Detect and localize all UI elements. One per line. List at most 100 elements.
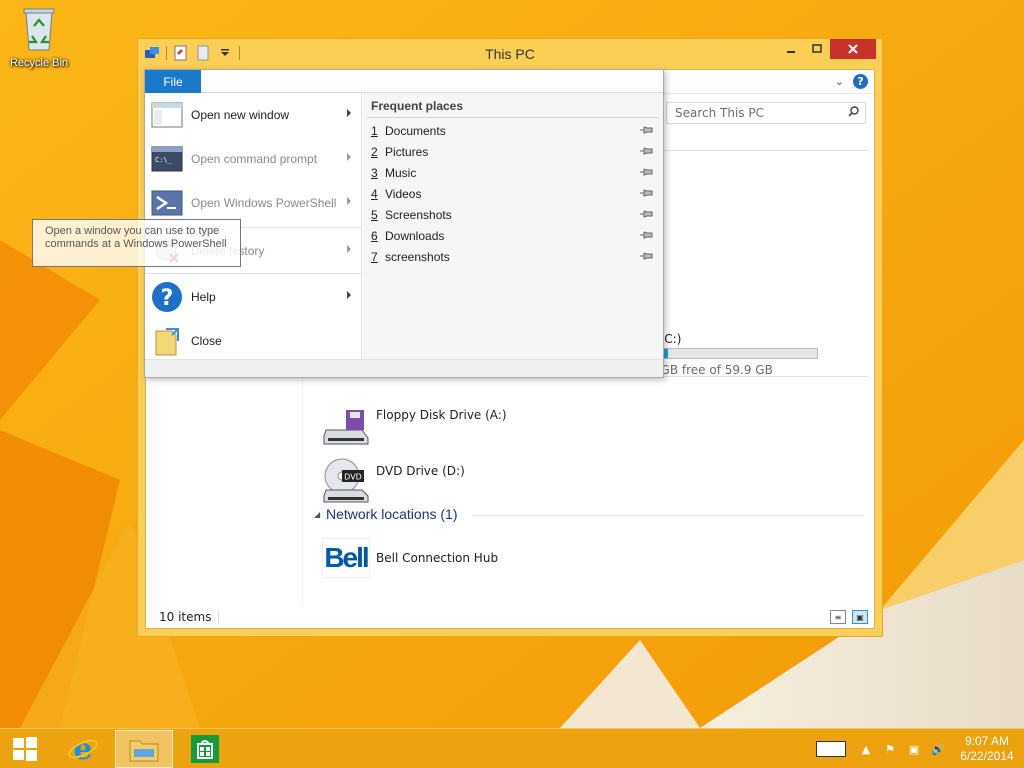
frequent-places-divider [367, 117, 659, 118]
menu-item-label: Open command prompt [191, 152, 318, 166]
bell-logo-icon: Bell [322, 538, 370, 578]
volume-icon[interactable]: 🔊 [930, 741, 946, 757]
desktop-icon-recycle-bin[interactable]: Recycle Bin [6, 6, 72, 69]
drive-item-dvd[interactable]: DVD DVD Drive (D:) [322, 456, 465, 504]
action-center-flag-icon[interactable]: ⚑ [882, 741, 898, 757]
menu-separator [145, 273, 361, 274]
drive-item-floppy[interactable]: Floppy Disk Drive (A:) [322, 400, 507, 448]
close-button[interactable] [830, 39, 876, 59]
notification-area: ▲ ⚑ ▣ 🔊 9:07 AM 6/22/2014 [816, 729, 1024, 768]
submenu-arrow-icon [347, 109, 351, 117]
pin-icon[interactable] [639, 187, 655, 199]
frequent-place-item[interactable]: 5 Screenshots [371, 205, 657, 225]
frequent-place-item[interactable]: 4 Videos [371, 184, 657, 204]
pin-icon[interactable] [639, 145, 655, 157]
item-count: 10 items [159, 610, 212, 624]
touch-keyboard-icon[interactable] [816, 741, 846, 757]
frequent-place-label: Music [385, 166, 417, 180]
frequent-place-label: Videos [385, 187, 422, 201]
menu-item-help[interactable]: ? Help [145, 275, 361, 319]
floppy-drive-icon [323, 410, 369, 445]
group-divider [472, 515, 864, 516]
recycle-bin-label: Recycle Bin [9, 57, 69, 69]
file-explorer-icon [129, 740, 159, 762]
maximize-icon [812, 44, 822, 53]
drive-name: Floppy Disk Drive (A:) [376, 408, 507, 422]
frequent-place-number: 2 [371, 145, 378, 159]
network-locations-group-header[interactable]: ◢ Network locations (1) [314, 506, 864, 526]
start-button[interactable] [0, 730, 50, 768]
details-view-icon[interactable]: ≡ [830, 610, 846, 624]
network-icon[interactable]: ▣ [906, 741, 922, 757]
powershell-tooltip: Open a window you can use to type comman… [32, 219, 241, 267]
frequent-place-number: 5 [371, 208, 378, 222]
drive-name: DVD Drive (D:) [376, 464, 465, 478]
menu-item-open-new-window[interactable]: Open new window [145, 93, 361, 137]
svg-text:e: e [73, 733, 92, 765]
frequent-place-number: 6 [371, 229, 378, 243]
frequent-place-label: screenshots [385, 250, 450, 264]
search-input[interactable]: Search This PC [666, 102, 866, 124]
view-switcher: ≡ ▣ [830, 610, 868, 624]
menu-item-label: Close [191, 334, 222, 348]
title-bar[interactable]: This PC [138, 39, 882, 69]
submenu-arrow-icon [347, 153, 351, 161]
clock-time: 9:07 AM [964, 734, 1010, 748]
internet-explorer-icon: e [68, 733, 98, 765]
svg-text:C:\_: C:\_ [155, 156, 173, 164]
network-item-name: Bell Connection Hub [376, 551, 499, 565]
store-icon [191, 735, 219, 763]
frequent-place-item[interactable]: 6 Downloads [371, 226, 657, 246]
menu-item-label: Open new window [191, 108, 290, 122]
submenu-arrow-icon [347, 245, 351, 253]
pin-icon[interactable] [639, 250, 655, 262]
search-placeholder: Search This PC [675, 106, 764, 120]
menu-item-open-command-prompt[interactable]: C:\_ Open command prompt [145, 137, 361, 181]
pin-icon[interactable] [639, 124, 655, 136]
large-icons-view-icon[interactable]: ▣ [852, 610, 868, 624]
command-prompt-icon: C:\_ [151, 143, 183, 175]
expand-ribbon-chevron-icon[interactable]: ⌄ [835, 75, 844, 88]
frequent-place-item[interactable]: 2 Pictures [371, 142, 657, 162]
show-hidden-icons-icon[interactable]: ▲ [858, 741, 874, 757]
frequent-place-number: 4 [371, 187, 378, 201]
status-bar: 10 items ≡ ▣ [146, 606, 874, 628]
minimize-button[interactable] [778, 39, 804, 59]
pin-icon[interactable] [639, 166, 655, 178]
frequent-place-number: 7 [371, 250, 378, 264]
status-separator [218, 610, 219, 624]
svg-text:DVD: DVD [344, 473, 362, 482]
file-tab[interactable]: File [145, 70, 201, 93]
taskbar: e ▲ ⚑ ▣ 🔊 9:07 AM 6/22/2014 [0, 728, 1024, 768]
frequent-place-item[interactable]: 3 Music [371, 163, 657, 183]
frequent-places-title: Frequent places [371, 99, 464, 113]
network-item-bell-connection-hub[interactable]: Bell Bell Connection Hub [322, 538, 498, 578]
pin-icon[interactable] [639, 208, 655, 220]
search-icon[interactable] [848, 106, 859, 120]
close-folder-icon [151, 325, 183, 357]
menu-item-label: Open Windows PowerShell [191, 196, 337, 210]
submenu-arrow-icon [347, 197, 351, 205]
recycle-bin-icon [23, 8, 55, 51]
frequent-place-item[interactable]: 7 screenshots [371, 247, 657, 267]
system-clock[interactable]: 9:07 AM 6/22/2014 [950, 734, 1024, 764]
frequent-place-label: Screenshots [385, 208, 452, 222]
help-icon: ? [151, 281, 183, 313]
frequent-place-item[interactable]: 1 Documents [371, 121, 657, 141]
collapse-triangle-icon[interactable]: ◢ [314, 510, 320, 519]
maximize-button[interactable] [804, 39, 830, 59]
clock-date: 6/22/2014 [960, 749, 1014, 763]
svg-text:?: ? [161, 286, 174, 311]
taskbar-internet-explorer[interactable]: e [58, 730, 108, 768]
new-window-icon [151, 99, 183, 131]
close-icon [848, 44, 858, 54]
menu-item-close[interactable]: Close [145, 319, 361, 363]
pin-icon[interactable] [639, 229, 655, 241]
taskbar-file-explorer[interactable] [115, 730, 173, 768]
taskbar-store[interactable] [180, 730, 230, 768]
dvd-drive-icon: DVD [323, 458, 369, 503]
windows-logo-icon [13, 737, 37, 761]
frequent-places-panel: Frequent places 1 Documents 2 Pictures 3… [363, 93, 663, 359]
help-button-icon[interactable]: ? [853, 74, 868, 89]
powershell-icon [151, 187, 183, 219]
